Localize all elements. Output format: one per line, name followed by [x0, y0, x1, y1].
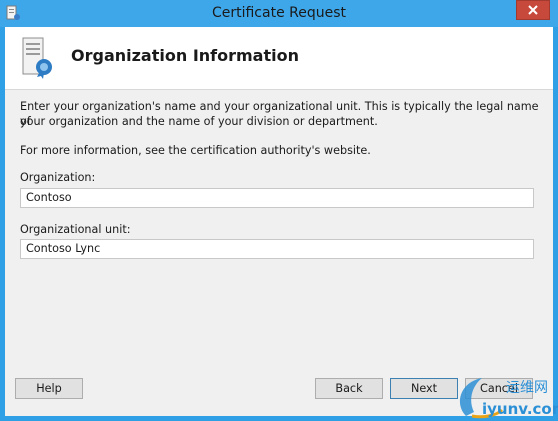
wizard-header: Organization Information	[5, 27, 553, 90]
page-title: Organization Information	[71, 46, 299, 65]
close-button[interactable]	[516, 0, 550, 20]
watermark-brand: 运维网	[506, 380, 548, 396]
close-icon	[528, 5, 538, 15]
watermark-logo: 运维网 iyunv.com	[459, 378, 558, 419]
intro-line-2: your organization and the name of your d…	[20, 115, 378, 128]
window-title: Certificate Request	[211, 5, 347, 21]
watermark-domain: iyunv.com	[482, 400, 558, 418]
certificate-request-window: Certificate Request Organization Informa…	[0, 0, 558, 421]
help-button[interactable]: Help	[15, 378, 83, 399]
back-button[interactable]: Back	[315, 378, 383, 399]
organizational-unit-label: Organizational unit:	[20, 223, 131, 236]
certificate-server-icon	[22, 37, 52, 79]
organizational-unit-input[interactable]: Contoso Lync	[20, 239, 534, 259]
organization-input[interactable]: Contoso	[20, 188, 534, 208]
next-button[interactable]: Next	[390, 378, 458, 399]
organization-label: Organization:	[20, 171, 96, 184]
title-bar[interactable]: Certificate Request	[0, 0, 558, 27]
dialog-client-area: Organization Information Enter your orga…	[5, 27, 553, 416]
more-info-text: For more information, see the certificat…	[20, 144, 371, 157]
